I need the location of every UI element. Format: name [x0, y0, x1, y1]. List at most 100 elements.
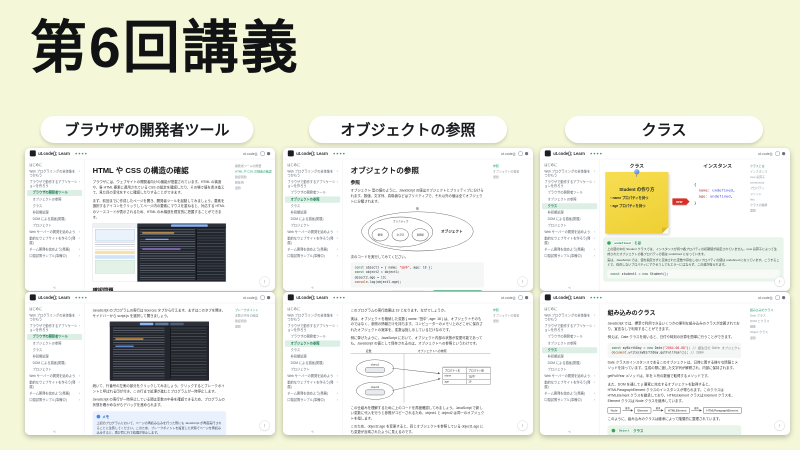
scroll-top-button[interactable]: ↑	[774, 420, 784, 430]
scroll-top-button[interactable]: ↑	[774, 276, 784, 286]
header-utcode-link[interactable]: ut.code();	[501, 295, 516, 299]
toc-item[interactable]: 変数の中身の確認	[235, 314, 272, 318]
sidebar-item[interactable]: オブジェクトの参照›	[542, 197, 597, 203]
sidebar-item[interactable]: クラス›	[542, 203, 597, 209]
github-icon[interactable]	[782, 296, 785, 299]
toc-item[interactable]: 解答例	[235, 181, 272, 185]
sidebar-item[interactable]: 動的なウェブサイトを作ろう(発展)›	[542, 236, 597, 246]
sidebar-item[interactable]: Web サーバーの開発を始めよう›	[285, 373, 340, 379]
sidebar-item[interactable]: チーム開発を始めよう(発展)›	[542, 391, 597, 397]
sidebar-item[interactable]: 非同期処理›	[27, 354, 82, 360]
toc-item[interactable]: 継承	[750, 325, 787, 329]
toc-item[interactable]: クラスの継承	[750, 203, 787, 207]
toc-item[interactable]: 課題	[750, 336, 787, 340]
header-utcode-link[interactable]: ut.code();	[243, 295, 258, 299]
sidebar-item[interactable]: オブジェクトの参照›	[285, 197, 340, 203]
header-utcode-link[interactable]: ut.code();	[243, 151, 258, 155]
sidebar-item[interactable]: Web プログラミングの全体像をつかもう›	[27, 169, 82, 179]
sidebar-item[interactable]: プロジェクト›	[285, 367, 340, 373]
sidebar-item[interactable]: Web プログラミングの全体像をつかもう›	[27, 313, 82, 323]
sidebar-collapse-icon[interactable]: «	[540, 429, 599, 434]
scroll-top-button[interactable]: ↑	[259, 276, 269, 286]
toc-item[interactable]: 開発者ツールの概要	[235, 164, 272, 168]
sidebar-item[interactable]: ブラウザで動作するアプリケーションを作ろう›	[27, 179, 82, 189]
sidebar-item[interactable]: Web サーバーの開発を始めよう›	[27, 229, 82, 235]
sidebar-item[interactable]: 口頭試問サンプル(準備中)›	[542, 253, 597, 259]
github-icon[interactable]	[782, 152, 785, 155]
external-link-icon[interactable]	[776, 151, 780, 155]
sidebar-item[interactable]: Web サーバーの開発を始めよう›	[27, 373, 82, 379]
external-link-icon[interactable]	[519, 151, 523, 155]
scroll-top-button[interactable]: ↑	[259, 420, 269, 430]
brand-text[interactable]: ut.code(); Learn	[38, 151, 70, 156]
sidebar-item[interactable]: 口頭試問サンプル(準備中)›	[27, 397, 82, 403]
toc-item[interactable]: 課題	[493, 319, 530, 323]
sidebar-item[interactable]: チーム開発を始めよう(発展)›	[27, 391, 82, 397]
sidebar-item[interactable]: 動的なウェブサイトを作ろう(発展)›	[542, 380, 597, 390]
sidebar-item[interactable]: ブラウザの開発者ツール›	[285, 190, 340, 196]
sidebar-collapse-icon[interactable]: «	[283, 285, 342, 290]
sidebar-item[interactable]: 口頭試問サンプル(準備中)›	[285, 397, 340, 403]
sidebar-item[interactable]: 口頭試問サンプル(準備中)›	[285, 253, 340, 259]
sidebar-item[interactable]: プロジェクト›	[542, 223, 597, 229]
toc-item[interactable]: HTML や CSS の構造の確認	[235, 170, 272, 174]
sidebar-item[interactable]: クラス›	[285, 203, 340, 209]
toc-item[interactable]: 参照	[493, 164, 530, 168]
github-icon[interactable]	[267, 152, 270, 155]
sidebar-collapse-icon[interactable]: «	[540, 285, 599, 290]
toc-item[interactable]: 確認問題	[235, 319, 272, 323]
toc-item[interactable]: this	[750, 198, 787, 202]
sidebar-item[interactable]: チーム開発を始めよう(発展)›	[285, 247, 340, 253]
toc-item[interactable]: クラスとは	[750, 164, 787, 168]
sidebar-item[interactable]: プロジェクト›	[542, 367, 597, 373]
brand-text[interactable]: ut.code(); Learn	[553, 295, 585, 300]
sidebar-item[interactable]: ブラウザで動作するアプリケーションを作ろう›	[27, 323, 82, 333]
sidebar-item[interactable]: ブラウザの開発者ツール›	[542, 190, 597, 196]
sidebar-item[interactable]: 口頭試問サンプル(準備中)›	[542, 397, 597, 403]
toc-item[interactable]: プロパティ	[750, 186, 787, 190]
toc-item[interactable]: オブジェクトの複製	[493, 314, 530, 318]
sidebar-item[interactable]: はじめに›	[27, 306, 82, 312]
toc-item[interactable]: Object クラス	[750, 330, 787, 334]
sidebar-item[interactable]: Web サーバーの開発を始めよう›	[542, 229, 597, 235]
toc-item[interactable]: メソッド	[750, 192, 787, 196]
sidebar-item[interactable]: Web プログラミングの全体像をつかもう›	[285, 313, 340, 323]
sidebar-item[interactable]: 動的なウェブサイトを作ろう(発展)›	[285, 236, 340, 246]
sidebar-item[interactable]: ブラウザで動作するアプリケーションを作ろう›	[542, 179, 597, 189]
scroll-top-button[interactable]: ↑	[517, 420, 527, 430]
sidebar-item[interactable]: DOM による描画(発展)›	[285, 216, 340, 222]
brand-text[interactable]: ut.code(); Learn	[296, 295, 328, 300]
sidebar-item[interactable]: チーム開発を始めよう(発展)›	[27, 247, 82, 253]
sidebar-item[interactable]: ブラウザで動作するアプリケーションを作ろう›	[542, 323, 597, 333]
toc-item[interactable]: 課題	[235, 325, 272, 329]
sidebar-item[interactable]: オブジェクトの参照›	[542, 341, 597, 347]
toc-item[interactable]: 組み込みのクラス	[750, 308, 787, 312]
header-utcode-link[interactable]: ut.code();	[758, 295, 773, 299]
sidebar-item[interactable]: 口頭試問サンプル(準備中)›	[27, 253, 82, 259]
sidebar-item[interactable]: オブジェクトの参照›	[27, 341, 82, 347]
sidebar-item[interactable]: 動的なウェブサイトを作ろう(発展)›	[27, 236, 82, 246]
toc-item[interactable]: DOM とクラス	[750, 319, 787, 323]
sidebar-item[interactable]: 非同期処理›	[285, 354, 340, 360]
sidebar-item[interactable]: Web プログラミングの全体像をつかもう›	[285, 169, 340, 179]
brand-text[interactable]: ut.code(); Learn	[553, 151, 585, 156]
sidebar-item[interactable]: 非同期処理›	[285, 210, 340, 216]
brand-text[interactable]: ut.code(); Learn	[296, 151, 328, 156]
sidebar-item[interactable]: オブジェクトの参照›	[27, 197, 82, 203]
sidebar-item[interactable]: はじめに›	[285, 306, 340, 312]
toc-item[interactable]: new 演算子	[750, 175, 787, 179]
sidebar-item[interactable]: はじめに›	[27, 162, 82, 168]
sidebar-item[interactable]: DOM による描画(発展)›	[27, 216, 82, 222]
sidebar-item[interactable]: クラス›	[27, 203, 82, 209]
sidebar-item[interactable]: 動的なウェブサイトを作ろう(発展)›	[27, 380, 82, 390]
sidebar-item[interactable]: クラス›	[285, 347, 340, 353]
sidebar-item[interactable]: クラス›	[27, 347, 82, 353]
external-link-icon[interactable]	[261, 295, 265, 299]
toc-item[interactable]: ブレークポイント	[235, 308, 272, 312]
toc-item[interactable]: 課題	[750, 209, 787, 213]
scroll-top-button[interactable]: ↑	[517, 276, 527, 286]
sidebar-item[interactable]: ブラウザで動作するアプリケーションを作ろう›	[285, 179, 340, 189]
github-icon[interactable]	[525, 296, 528, 299]
sidebar-collapse-icon[interactable]: «	[25, 429, 84, 434]
sidebar-item[interactable]: DOM による描画(発展)›	[542, 216, 597, 222]
